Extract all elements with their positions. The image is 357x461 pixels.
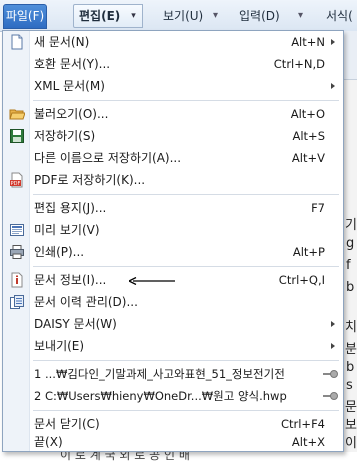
doc-char: s [346, 378, 353, 393]
submenu-arrow-icon [331, 39, 335, 45]
submenu-arrow-icon [331, 321, 335, 327]
document-bottom-line: 이 로 계 국 외 로 공 인 배 [0, 452, 357, 461]
new-document-icon [11, 34, 23, 50]
doc-bottom-text: 이 로 계 국 외 로 공 인 배 [60, 452, 190, 461]
menu-item-label: 저장하기(S) [34, 129, 96, 143]
menu-item-new-document[interactable]: 새 문서(N) Alt+N [3, 31, 343, 53]
menu-item-label: 인쇄(P)... [34, 245, 85, 259]
menu-item-label: 호환 문서(Y)... [34, 57, 111, 71]
pdf-icon: PDF [10, 172, 23, 188]
document-info-icon [11, 272, 23, 288]
menu-item-shortcut: Alt+V [291, 151, 325, 165]
menu-item-shortcut: Alt+N [291, 35, 325, 49]
print-preview-icon [10, 224, 24, 236]
menu-separator [33, 266, 339, 267]
menu-item-compatible-document[interactable]: 호환 문서(Y)... Ctrl+N,D [3, 53, 343, 75]
menu-item-exit[interactable]: 끝(X) Alt+X [3, 431, 343, 453]
edit-dropdown-chevron-icon[interactable]: ▾ [125, 4, 143, 28]
doc-char: 이 [345, 436, 357, 451]
menu-item-shortcut: Ctrl+Q,I [278, 273, 325, 287]
annotation-arrow-icon [129, 277, 175, 285]
menu-item-recent-file-2[interactable]: 2 C:₩Users₩hieny₩OneDr...₩원고 양식.hwp [3, 385, 343, 407]
menu-item-label: 문서 이력 관리(D)... [34, 295, 138, 309]
menu-item-shortcut: Alt+S [292, 129, 325, 143]
menu-item-document-history[interactable]: 문서 이력 관리(D)... [3, 291, 343, 313]
menu-item-label: XML 문서(M) [34, 79, 105, 93]
doc-char: 문 [345, 400, 357, 415]
menu-separator [33, 100, 339, 101]
view-chevron-icon[interactable]: ▾ [213, 9, 220, 23]
menu-view[interactable]: 보기(U) [160, 6, 206, 26]
insert-chevron-icon[interactable]: ▾ [298, 9, 305, 23]
menu-item-label: 편집 용지(J)... [34, 201, 107, 215]
menubar: 파일(F) 편집(E) ▾ 보기(U) ▾ 입력(D) ▾ 서식( [0, 0, 357, 32]
menu-item-save-as-pdf[interactable]: PDF PDF로 저장하기(K)... [3, 169, 343, 191]
menu-item-label: 문서 정보(I)... [34, 273, 107, 287]
menu-item-label: 불러오기(O)... [34, 107, 109, 121]
doc-char: b [346, 280, 355, 295]
menu-item-document-info[interactable]: 문서 정보(I)... Ctrl+Q,I [3, 269, 343, 291]
menu-item-save-as[interactable]: 다른 이름으로 저장하기(A)... Alt+V [3, 147, 343, 169]
menu-file[interactable]: 파일(F) [3, 4, 47, 29]
doc-char: 보 [345, 418, 357, 433]
menu-item-send[interactable]: 보내기(E) [3, 335, 343, 357]
file-menu-dropdown: 새 문서(N) Alt+N 호환 문서(Y)... Ctrl+N,D XML 문… [2, 30, 344, 452]
menu-item-label: 새 문서(N) [34, 35, 90, 49]
menu-separator [33, 360, 339, 361]
open-folder-icon [9, 109, 25, 120]
submenu-arrow-icon [331, 83, 335, 89]
menu-edit[interactable]: 편집(E) [73, 4, 128, 28]
menu-separator [33, 410, 339, 411]
menu-item-daisy-document[interactable]: DAISY 문서(W) [3, 313, 343, 335]
menu-item-label: 끝(X) [34, 435, 63, 449]
menu-item-shortcut: Alt+P [292, 245, 325, 259]
menu-item-label: DAISY 문서(W) [34, 317, 117, 331]
doc-char: 기 [345, 218, 357, 233]
doc-char: 분 [345, 342, 357, 357]
menu-item-print-preview[interactable]: 미리 보기(V) [3, 219, 343, 241]
menu-item-label: 다른 이름으로 저장하기(A)... [34, 151, 182, 165]
menu-item-shortcut: F7 [311, 201, 325, 215]
pin-icon[interactable] [323, 392, 338, 400]
menu-item-label: 미리 보기(V) [34, 223, 100, 237]
menu-format[interactable]: 서식( [323, 6, 356, 26]
menu-item-shortcut: Alt+O [290, 107, 325, 121]
submenu-arrow-icon [331, 343, 335, 349]
menu-item-label: 2 C:₩Users₩hieny₩OneDr...₩원고 양식.hwp [34, 389, 287, 403]
doc-char: 치 [345, 320, 357, 335]
menu-item-label: 보내기(E) [34, 339, 85, 353]
menu-item-page-setup[interactable]: 편집 용지(J)... F7 [3, 197, 343, 219]
menu-item-print[interactable]: 인쇄(P)... Alt+P [3, 241, 343, 263]
menu-item-shortcut: Ctrl+N,D [273, 57, 325, 71]
menu-item-label: 1 ...₩김다인_기말과제_사고와표현_51_정보전기전 [34, 367, 285, 381]
save-disk-icon [10, 129, 24, 143]
document-history-icon [10, 295, 24, 309]
menu-separator [33, 194, 339, 195]
menu-item-save[interactable]: 저장하기(S) Alt+S [3, 125, 343, 147]
svg-text:PDF: PDF [11, 181, 21, 187]
printer-icon [10, 245, 24, 259]
pin-icon[interactable] [323, 370, 338, 378]
menu-item-label: PDF로 저장하기(K)... [34, 173, 146, 187]
menu-item-recent-file-1[interactable]: 1 ...₩김다인_기말과제_사고와표현_51_정보전기전 [3, 363, 343, 385]
menu-item-open[interactable]: 불러오기(O)... Alt+O [3, 103, 343, 125]
doc-char: g [346, 236, 355, 251]
doc-char: b [346, 360, 355, 375]
menu-item-xml-document[interactable]: XML 문서(M) [3, 75, 343, 97]
doc-char: f [346, 258, 351, 273]
menu-item-shortcut: Alt+X [291, 435, 325, 449]
menu-insert[interactable]: 입력(D) [236, 6, 283, 26]
